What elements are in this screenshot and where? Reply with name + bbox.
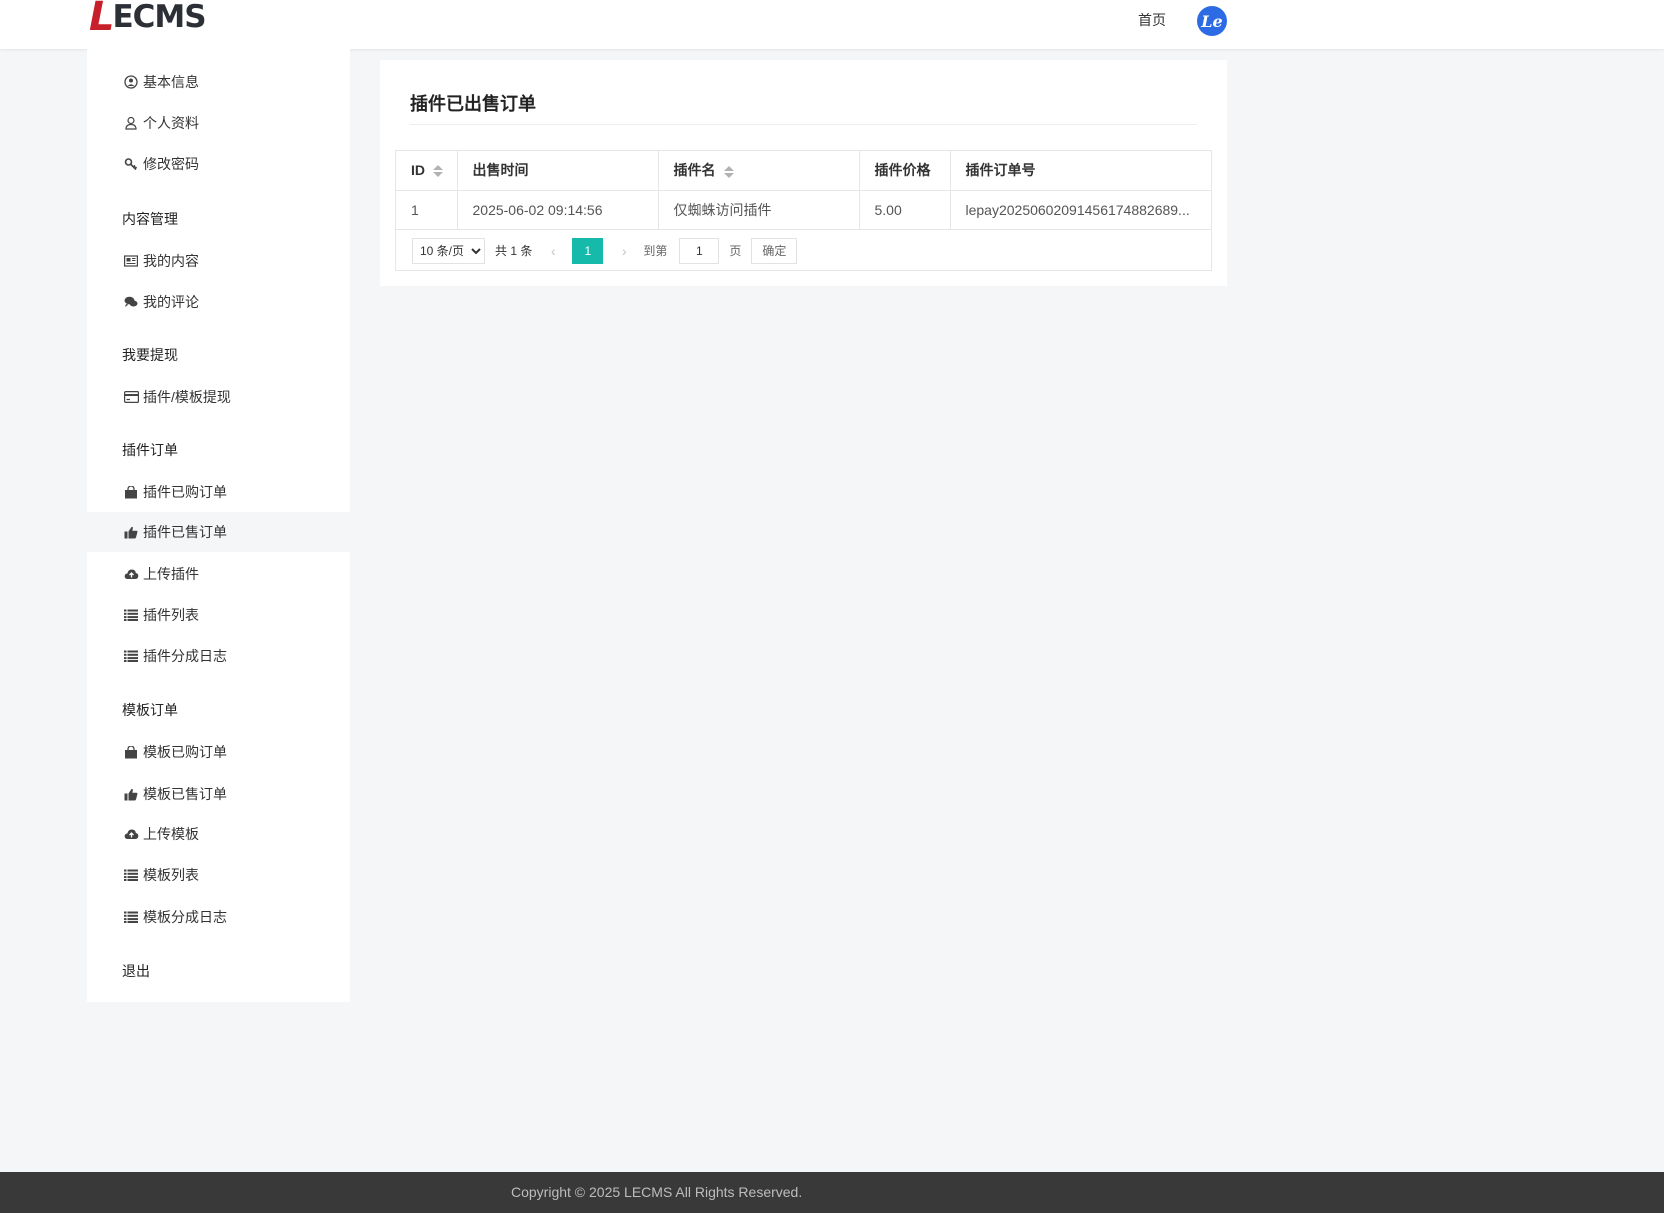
sidebar-item-template-list[interactable]: 模板列表 [87, 855, 350, 895]
sidebar-item-plugin-bought[interactable]: 插件已购订单 [87, 472, 350, 512]
sidebar-group-template-orders: 模板订单 [122, 702, 178, 718]
sidebar-item-label: 插件列表 [143, 607, 199, 623]
list-icon [123, 867, 139, 883]
column-header-sold-time: 出售时间 [457, 151, 659, 191]
goto-label: 到第 [643, 244, 668, 258]
cloud-upload-icon [123, 826, 139, 842]
column-header-label: 插件订单号 [965, 162, 1036, 179]
sidebar-item-label: 个人资料 [143, 115, 199, 131]
sort-icon[interactable] [433, 164, 443, 178]
sidebar-item-template-sold[interactable]: 模板已售订单 [87, 774, 350, 814]
site-logo[interactable]: L ECMS [89, 0, 207, 40]
sidebar-item-label: 我的内容 [143, 253, 199, 269]
sidebar-item-template-bought[interactable]: 模板已购订单 [87, 732, 350, 772]
sidebar-item-plugin-list[interactable]: 插件列表 [87, 595, 350, 635]
page-title: 插件已出售订单 [410, 94, 536, 114]
sidebar-item-label: 插件分成日志 [143, 648, 227, 664]
top-header: L ECMS 首页 Le [0, 0, 1664, 49]
cell-sold-time: 2025-06-02 09:14:56 [457, 190, 659, 230]
user-circle-icon [123, 74, 139, 90]
goto-confirm-button[interactable]: 确定 [751, 237, 798, 264]
page-unit-label: 页 [729, 244, 742, 258]
thumbs-up-icon [123, 524, 139, 540]
sidebar-item-upload-template[interactable]: 上传模板 [87, 814, 350, 854]
sidebar-item-label: 上传模板 [143, 826, 199, 842]
sidebar: 基本信息 个人资料 修改密码 内容管理 我的内容 我的评论 我要提现 插件/模板… [87, 49, 350, 1002]
newspaper-icon [123, 253, 139, 269]
list-icon [123, 607, 139, 623]
key-icon [123, 156, 139, 172]
column-header-plugin-name[interactable]: 插件名 [658, 151, 860, 191]
column-header-order-no: 插件订单号 [950, 151, 1211, 191]
prev-page-icon[interactable]: ‹ [546, 243, 560, 259]
sidebar-item-template-share-log[interactable]: 模板分成日志 [87, 897, 350, 937]
thumbs-up-icon [123, 786, 139, 802]
cell-order-no: lepay2025060209145617488268​9... [950, 190, 1211, 230]
sort-icon[interactable] [723, 165, 734, 179]
sidebar-item-label: 模板已售订单 [143, 786, 227, 802]
sidebar-item-label: 模板分成日志 [143, 909, 227, 925]
sidebar-item-label: 基本信息 [143, 74, 199, 90]
sidebar-item-my-comments[interactable]: 我的评论 [87, 282, 350, 322]
table-row: 1 2025-06-02 09:14:56 仅蜘蛛访问插件 5.00 lepay… [396, 190, 1211, 230]
sidebar-group-plugin-orders: 插件订单 [122, 442, 178, 458]
title-divider [410, 124, 1197, 125]
column-header-label: 出售时间 [472, 162, 529, 179]
column-header-label: 插件价格 [874, 162, 931, 179]
user-avatar[interactable]: Le [1197, 6, 1227, 36]
pagination: 10 条/页 共 1 条 ‹ 1 › 到第 页 确定 [396, 230, 1211, 271]
column-header-price: 插件价格 [859, 151, 951, 191]
copyright-text: Copyright © 2025 LECMS All Rights Reserv… [511, 1184, 803, 1200]
logo-letter: L [89, 0, 114, 40]
sidebar-item-profile[interactable]: 个人资料 [87, 103, 350, 143]
page-size-select[interactable]: 10 条/页 [412, 237, 485, 264]
comments-icon [123, 294, 139, 310]
sidebar-item-upload-plugin[interactable]: 上传插件 [87, 554, 350, 594]
sidebar-item-basic-info[interactable]: 基本信息 [87, 62, 350, 102]
logout-link[interactable]: 退出 [122, 961, 150, 981]
sidebar-item-label: 我的评论 [143, 294, 199, 310]
sidebar-item-plugin-sold[interactable]: 插件已售订单 [87, 512, 350, 552]
sidebar-item-label: 模板列表 [143, 867, 199, 883]
orders-table: ID 出售时间 插件名 插件价格 插件订单号 1 2025-06-02 09:1… [395, 150, 1212, 271]
cell-price: 5.00 [859, 190, 951, 230]
sidebar-item-label: 插件已售订单 [143, 524, 227, 540]
sidebar-group-withdraw: 我要提现 [122, 347, 178, 363]
goto-page-input[interactable] [679, 237, 720, 264]
total-count: 共 1 条 [495, 244, 533, 258]
cell-id: 1 [396, 190, 458, 230]
list-icon [123, 648, 139, 664]
sidebar-item-plugin-share-log[interactable]: 插件分成日志 [87, 636, 350, 676]
sidebar-item-label: 模板已购订单 [143, 744, 227, 760]
column-header-id[interactable]: ID [396, 151, 458, 191]
sidebar-item-withdraw[interactable]: 插件/模板提现 [87, 377, 350, 417]
table-header-row: ID 出售时间 插件名 插件价格 插件订单号 [396, 151, 1211, 191]
cell-plugin-name: 仅蜘蛛访问插件 [658, 190, 860, 230]
main-card: 插件已出售订单 ID 出售时间 插件名 插件价格 插件订单号 1 2025-06… [380, 60, 1227, 286]
nav-home-link[interactable]: 首页 [1138, 10, 1166, 30]
sidebar-item-label: 插件已购订单 [143, 484, 227, 500]
shopping-bag-icon [123, 484, 139, 500]
logo-text: ECMS [112, 0, 207, 35]
column-header-label: ID [411, 162, 425, 179]
current-page-button[interactable]: 1 [572, 237, 604, 264]
shopping-bag-icon [123, 744, 139, 760]
user-icon [123, 115, 139, 131]
list-icon [123, 909, 139, 925]
sidebar-item-my-content[interactable]: 我的内容 [87, 241, 350, 281]
sidebar-item-label: 插件/模板提现 [143, 389, 231, 405]
sidebar-item-label: 修改密码 [143, 156, 199, 172]
sidebar-item-change-password[interactable]: 修改密码 [87, 144, 350, 184]
cloud-upload-icon [123, 566, 139, 582]
sidebar-group-content: 内容管理 [122, 211, 178, 227]
footer: Copyright © 2025 LECMS All Rights Reserv… [0, 1172, 1664, 1213]
credit-card-icon [123, 389, 139, 405]
sidebar-item-label: 上传插件 [143, 566, 199, 582]
column-header-label: 插件名 [673, 162, 716, 179]
next-page-icon[interactable]: › [617, 243, 631, 259]
